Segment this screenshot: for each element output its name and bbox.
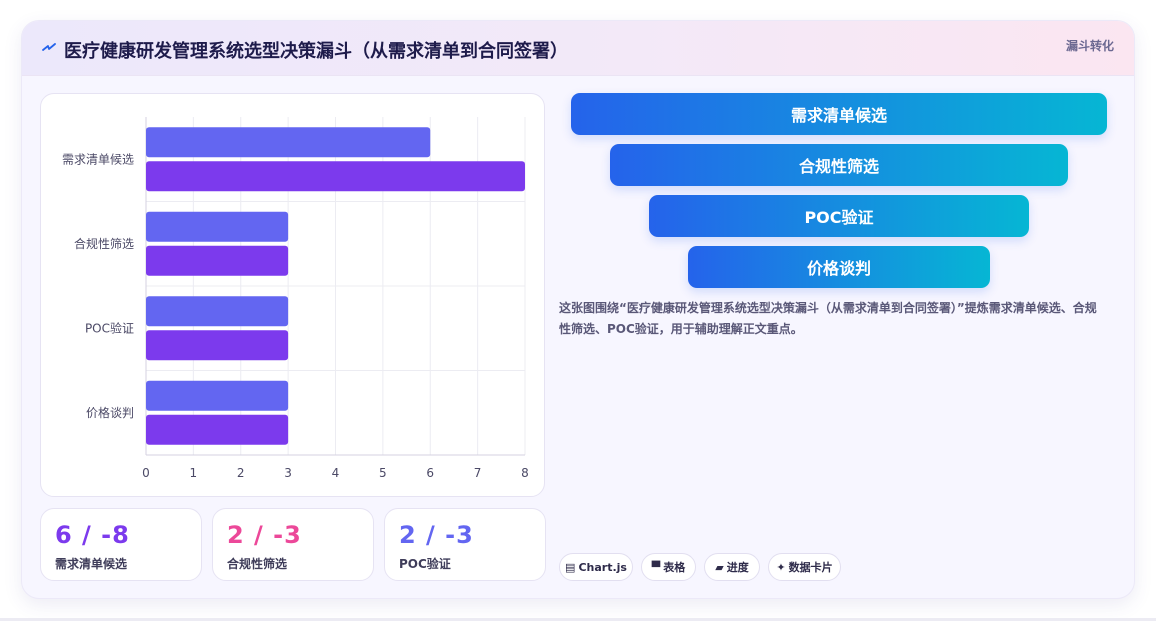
table-icon: ▀: [651, 560, 661, 574]
header-tag: 漏斗转化: [1065, 39, 1114, 53]
stat-label: POC验证: [399, 557, 451, 571]
x-tick-label: 0: [142, 466, 150, 480]
bar: [146, 380, 289, 411]
category-label: 价格谈判: [86, 405, 134, 420]
stat-value: 2 / -3: [399, 521, 474, 549]
stat-card-1: 6 / -8 需求清单候选: [40, 508, 202, 581]
category-label: 需求清单候选: [62, 152, 134, 166]
x-tick-label: 4: [332, 466, 340, 480]
sparkle-icon: ✦: [776, 560, 786, 574]
chip-label: 表格: [663, 561, 686, 574]
bar-chart-panel: 需求清单候选合规性筛选 POC验证价格谈判 0 1 2 3 4 5 6 7 8: [40, 93, 545, 497]
x-tick-label: 2: [237, 466, 245, 480]
x-tick-label: 6: [426, 466, 434, 480]
stat-label: 需求清单候选: [55, 557, 128, 571]
x-tick-label: 7: [474, 466, 482, 480]
chip-label: 进度: [726, 561, 749, 574]
stat-card-2: 2 / -3 合规性筛选: [212, 508, 374, 581]
stat-value: 6 / -8: [55, 521, 130, 549]
stat-label: 合规性筛选: [227, 557, 288, 571]
funnel-step-3: POC验证: [649, 195, 1029, 237]
x-tick-label: 1: [190, 466, 198, 480]
category-label: 合规性筛选: [74, 236, 134, 251]
x-tick-label: 5: [379, 466, 387, 480]
stat-value: 2 / -3: [227, 521, 302, 549]
chip-label: 数据卡片: [788, 561, 833, 574]
x-tick-label: 3: [284, 466, 292, 480]
x-tick-label: 8: [521, 466, 529, 480]
progress-icon: ▰: [715, 560, 724, 574]
card-header: 医疗健康研发管理系统选型决策漏斗（从需求清单到合同签署） 漏斗转化: [22, 21, 1134, 76]
stat-card-3: 2 / -3 POC验证: [384, 508, 546, 581]
chip-label: Chart.js: [578, 560, 627, 574]
funnel-step-4: 价格谈判: [688, 246, 990, 288]
chip-progress[interactable]: ▰ 进度: [704, 553, 760, 581]
category-label: POC验证: [85, 320, 134, 335]
bar: [146, 211, 289, 242]
bar: [146, 161, 525, 192]
funnel-step-1: 需求清单候选: [571, 93, 1107, 135]
page-title: 医疗健康研发管理系统选型决策漏斗（从需求清单到合同签署）: [64, 41, 568, 62]
bar: [146, 330, 289, 361]
bar-chart: 需求清单候选合规性筛选 POC验证价格谈判 0 1 2 3 4 5 6 7 8: [62, 117, 529, 480]
chip-chartjs[interactable]: ▤ Chart.js: [559, 553, 633, 581]
chip-data-card[interactable]: ✦ 数据卡片: [768, 553, 841, 581]
bar: [146, 414, 289, 445]
funnel-step-2: 合规性筛选: [610, 144, 1068, 186]
bar: [146, 245, 289, 276]
bar: [146, 296, 289, 327]
lightning-icon: [42, 43, 56, 51]
dashboard-card: 医疗健康研发管理系统选型决策漏斗（从需求清单到合同签署） 漏斗转化 需求清单候选…: [21, 20, 1135, 599]
chart-description: 这张图围绕“医疗健康研发管理系统选型决策漏斗（从需求清单到合同签署）”提炼需求清…: [559, 301, 1097, 336]
chip-table[interactable]: ▀ 表格: [641, 553, 696, 581]
bar: [146, 127, 431, 158]
chart-icon: ▤: [565, 560, 576, 574]
